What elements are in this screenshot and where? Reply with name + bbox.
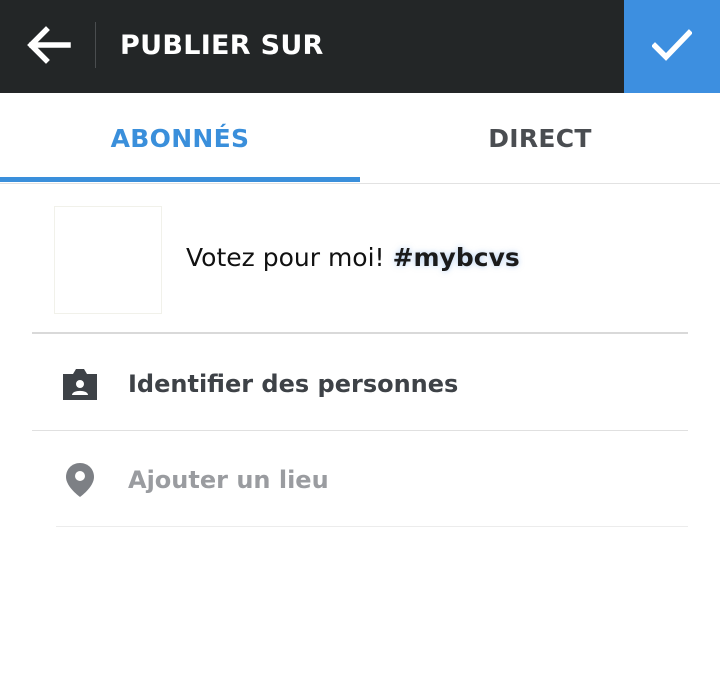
caption-text: Votez pour moi! (186, 243, 385, 272)
caption-hashtag: #mybcvs (392, 243, 520, 272)
top-app-bar: PUBLIER SUR (0, 0, 720, 93)
location-pin-icon (60, 460, 100, 500)
header-divider (95, 22, 96, 68)
tag-people-row[interactable]: Identifier des personnes (32, 336, 688, 432)
tag-person-icon (60, 364, 100, 404)
tab-direct[interactable]: DIRECT (360, 93, 720, 183)
post-thumbnail[interactable] (54, 206, 162, 314)
add-location-row[interactable]: Ajouter un lieu (32, 432, 688, 528)
tag-people-label: Identifier des personnes (128, 370, 459, 398)
arrow-left-icon (24, 25, 72, 69)
page-title: PUBLIER SUR (120, 30, 324, 61)
divider (32, 430, 688, 431)
share-tabs: ABONNÉS DIRECT (0, 93, 720, 184)
confirm-button[interactable] (624, 0, 720, 93)
add-location-label: Ajouter un lieu (128, 466, 329, 494)
back-button[interactable] (16, 16, 80, 78)
checkmark-icon (651, 28, 693, 65)
divider (56, 526, 688, 527)
caption-field[interactable]: Votez pour moi! #mybcvs (186, 238, 520, 278)
active-tab-indicator (0, 177, 360, 182)
tab-followers[interactable]: ABONNÉS (0, 93, 360, 183)
divider (32, 332, 688, 334)
